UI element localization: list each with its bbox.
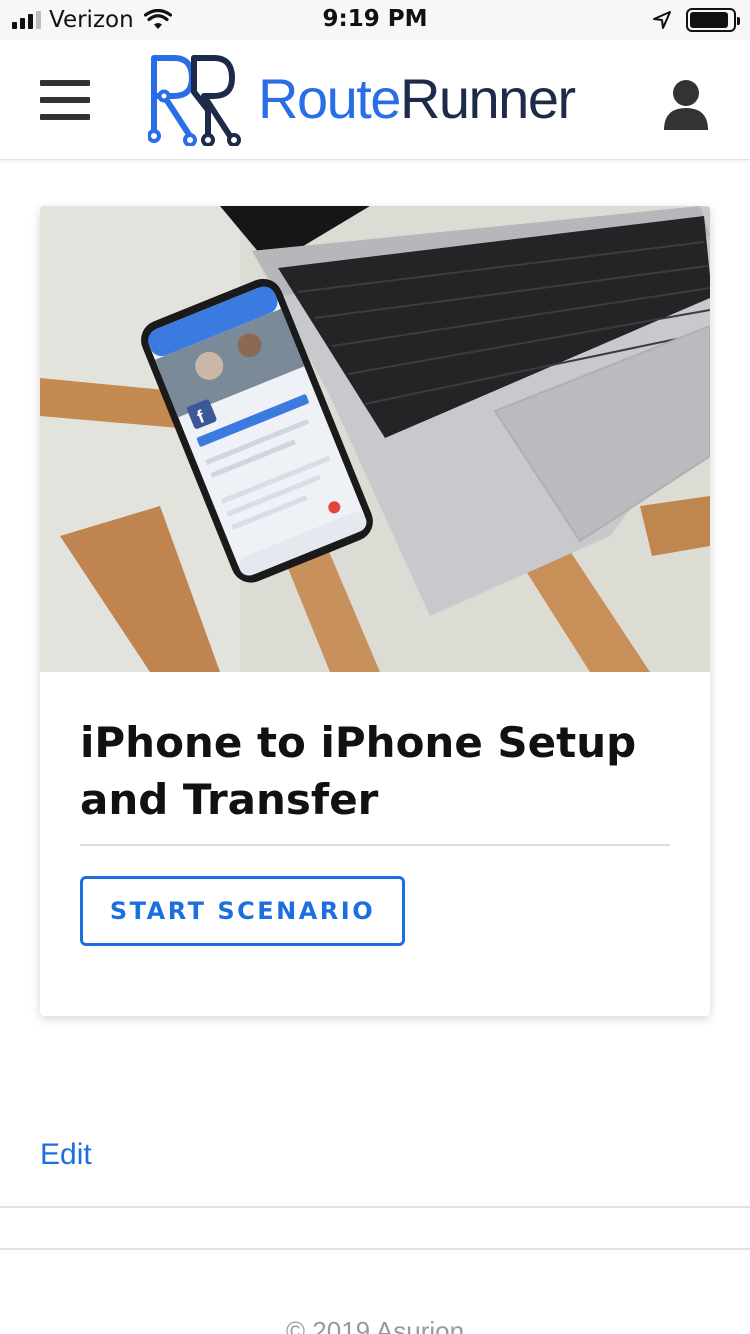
hamburger-menu-icon[interactable] <box>40 80 90 124</box>
status-bar: Verizon 9:19 PM <box>0 0 750 40</box>
scenario-card: f iPhone to iPhone Setup and Transfer ST… <box>40 206 710 1016</box>
scenario-title: iPhone to iPhone Setup and Transfer <box>80 718 637 824</box>
card-divider <box>80 844 670 846</box>
routerunner-logo[interactable]: RouteRunner <box>148 52 576 146</box>
divider <box>0 1206 750 1208</box>
rr-logo-icon <box>148 55 241 146</box>
location-arrow-icon <box>653 11 671 29</box>
start-scenario-button[interactable]: START SCENARIO <box>80 876 405 946</box>
copyright-text: © 2019 Asurion <box>285 1316 465 1334</box>
logo-wordmark: RouteRunner <box>258 71 576 127</box>
app-page: Verizon 9:19 PM RouteRunner f iPhone to … <box>0 0 750 1334</box>
user-icon[interactable] <box>662 78 710 132</box>
app-header: RouteRunner <box>0 40 750 160</box>
divider <box>0 1248 750 1250</box>
status-bar-right <box>652 6 740 34</box>
edit-link[interactable]: Edit <box>40 1138 92 1172</box>
scenario-image[interactable]: f <box>40 206 710 672</box>
battery-level <box>690 12 728 28</box>
logo-route: Route <box>258 67 401 130</box>
status-time: 9:19 PM <box>322 6 428 32</box>
battery-icon <box>686 8 740 32</box>
logo-runner: Runner <box>399 67 576 130</box>
